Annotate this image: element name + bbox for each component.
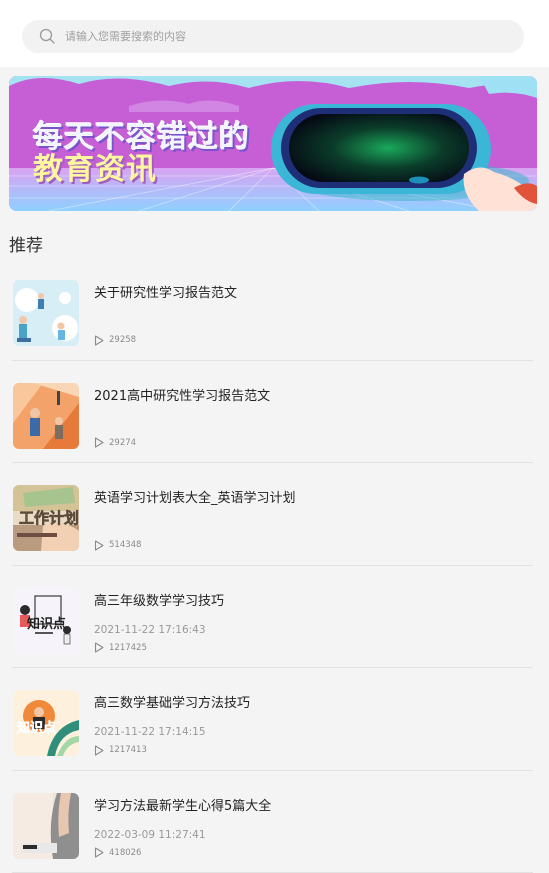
view-count: 29274 xyxy=(94,437,136,448)
list-item[interactable]: 知识点 高三数学基础学习方法技巧 2021-11-22 17:14:15 121… xyxy=(12,668,533,771)
article-title: 高三数学基础学习方法技巧 xyxy=(94,696,251,711)
article-date: 2021-11-22 17:14:15 xyxy=(94,726,206,738)
article-title: 2021高中研究性学习报告范文 xyxy=(94,388,271,404)
section-title: 推荐 xyxy=(9,236,43,256)
view-count-value: 1217413 xyxy=(109,745,147,755)
list-item[interactable]: 学习方法最新学生心得5篇大全 2022-03-09 11:27:41 41802… xyxy=(12,771,533,873)
list-item[interactable]: 工作计划 英语学习计划表大全_英语学习计划 514348 xyxy=(12,463,533,566)
list-item[interactable]: 2021高中研究性学习报告范文 29274 xyxy=(12,361,533,463)
article-thumbnail: 知识点 xyxy=(13,587,79,654)
view-count-value: 29258 xyxy=(109,335,137,345)
view-count: 418026 xyxy=(94,847,141,858)
play-icon xyxy=(94,539,104,551)
promo-banner[interactable]: 每天不容错过的 教育资讯 xyxy=(9,76,537,211)
view-count-value: 418026 xyxy=(109,847,142,858)
article-title: 高三年级数学学习技巧 xyxy=(94,593,225,609)
view-count-value: 514348 xyxy=(109,540,142,550)
thumbnail-caption: 工作计划 xyxy=(19,509,79,527)
play-icon xyxy=(94,642,104,653)
view-count-value: 29274 xyxy=(109,437,137,448)
view-count: 1217425 xyxy=(94,642,147,653)
play-icon xyxy=(94,437,104,448)
article-list: 关于研究性学习报告范文 29258 2021高中研究性学习报告范文 29274 … xyxy=(12,258,533,873)
top-bar xyxy=(0,0,549,67)
article-thumbnail: 知识点 xyxy=(13,690,79,756)
thumbnail-caption: 知识点 xyxy=(27,616,66,632)
search-bar[interactable] xyxy=(22,20,524,53)
article-date: 2021-11-22 17:16:43 xyxy=(94,623,206,636)
article-thumbnail xyxy=(13,280,79,346)
article-thumbnail: 工作计划 xyxy=(13,485,79,551)
view-count: 514348 xyxy=(94,539,142,551)
thumbnail-caption: 知识点 xyxy=(17,720,56,736)
banner-subheadline: 教育资讯 xyxy=(33,152,157,187)
article-title: 关于研究性学习报告范文 xyxy=(94,286,238,301)
play-icon xyxy=(94,744,104,756)
play-icon xyxy=(94,334,104,346)
article-thumbnail xyxy=(13,792,79,859)
search-icon xyxy=(39,28,55,44)
view-count: 1217413 xyxy=(94,744,147,756)
article-date: 2022-03-09 11:27:41 xyxy=(94,828,206,841)
list-item[interactable]: 知识点 高三年级数学学习技巧 2021-11-22 17:16:43 12174… xyxy=(12,566,533,668)
view-count-value: 1217425 xyxy=(109,642,147,653)
article-title: 英语学习计划表大全_英语学习计划 xyxy=(94,491,296,506)
view-count: 29258 xyxy=(94,334,137,346)
search-input[interactable] xyxy=(65,20,505,53)
play-icon xyxy=(94,847,104,858)
article-title: 学习方法最新学生心得5篇大全 xyxy=(94,798,272,814)
list-item[interactable]: 关于研究性学习报告范文 29258 xyxy=(12,258,533,361)
article-thumbnail xyxy=(13,382,79,449)
